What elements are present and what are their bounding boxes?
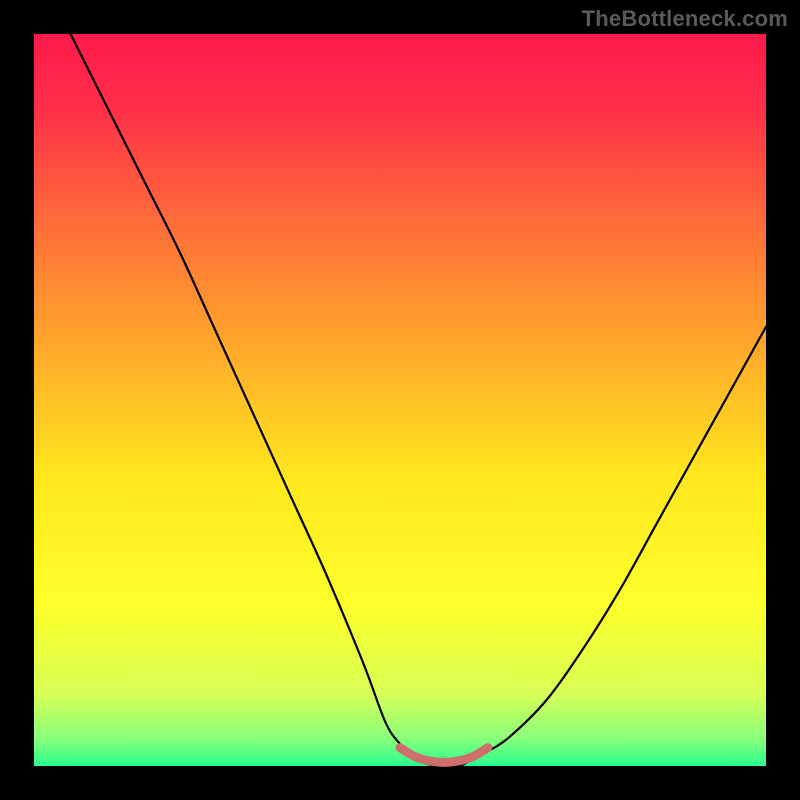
watermark: TheBottleneck.com xyxy=(582,6,788,32)
bottleneck-chart xyxy=(0,0,800,800)
chart-frame: TheBottleneck.com xyxy=(0,0,800,800)
plot-background xyxy=(34,34,766,766)
